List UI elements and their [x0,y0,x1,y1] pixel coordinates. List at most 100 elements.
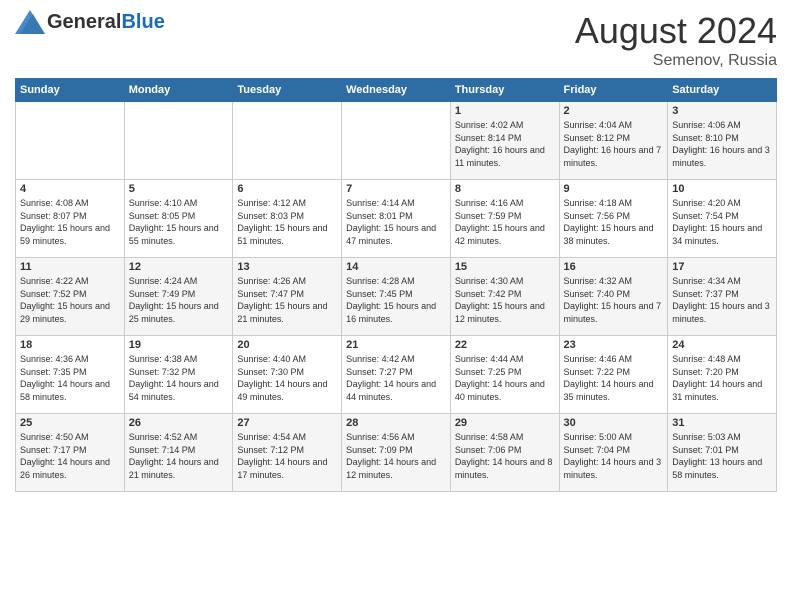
cell-w5-d4: 28 Sunrise: 4:56 AM Sunset: 7:09 PM Dayli… [342,414,451,492]
day-info: Sunrise: 4:26 AM Sunset: 7:47 PM Dayligh… [237,275,337,325]
cell-w4-d1: 18 Sunrise: 4:36 AM Sunset: 7:35 PM Dayli… [16,336,125,414]
day-info: Sunrise: 4:50 AM Sunset: 7:17 PM Dayligh… [20,431,120,481]
week-row-1: 1 Sunrise: 4:02 AM Sunset: 8:14 PM Daylig… [16,102,777,180]
day-info: Sunrise: 4:28 AM Sunset: 7:45 PM Dayligh… [346,275,446,325]
header-saturday: Saturday [668,79,777,102]
day-info: Sunrise: 4:18 AM Sunset: 7:56 PM Dayligh… [564,197,664,247]
day-number: 28 [346,417,446,429]
day-number: 27 [237,417,337,429]
cell-w4-d6: 23 Sunrise: 4:46 AM Sunset: 7:22 PM Dayli… [559,336,668,414]
day-info: Sunrise: 5:03 AM Sunset: 7:01 PM Dayligh… [672,431,772,481]
cell-w3-d2: 12Sunrise: 4:24 AM Sunset: 7:49 PM Dayli… [124,258,233,336]
day-info: Sunrise: 4:56 AM Sunset: 7:09 PM Dayligh… [346,431,446,481]
day-number: 4 [20,183,120,195]
header: GeneralBlue August 2024 Semenov, Russia [15,10,777,70]
cell-w1-d7: 3Sunrise: 4:06 AM Sunset: 8:10 PM Daylig… [668,102,777,180]
cell-w3-d1: 11Sunrise: 4:22 AM Sunset: 7:52 PM Dayli… [16,258,125,336]
cell-w3-d3: 13 Sunrise: 4:26 AM Sunset: 7:47 PM Dayli… [233,258,342,336]
day-number: 14 [346,261,446,273]
day-info: Sunrise: 4:16 AM Sunset: 7:59 PM Dayligh… [455,197,555,247]
cell-w2-d1: 4 Sunrise: 4:08 AM Sunset: 8:07 PM Daylig… [16,180,125,258]
cell-w4-d2: 19Sunrise: 4:38 AM Sunset: 7:32 PM Dayli… [124,336,233,414]
calendar-table: Sunday Monday Tuesday Wednesday Thursday… [15,78,777,492]
cell-w1-d1 [16,102,125,180]
day-number: 8 [455,183,555,195]
cell-w5-d6: 30Sunrise: 5:00 AM Sunset: 7:04 PM Dayli… [559,414,668,492]
day-number: 25 [20,417,120,429]
cell-w5-d7: 31 Sunrise: 5:03 AM Sunset: 7:01 PM Dayli… [668,414,777,492]
cell-w4-d3: 20 Sunrise: 4:40 AM Sunset: 7:30 PM Dayli… [233,336,342,414]
header-monday: Monday [124,79,233,102]
cell-w3-d7: 17 Sunrise: 4:34 AM Sunset: 7:37 PM Dayli… [668,258,777,336]
cell-w2-d7: 10 Sunrise: 4:20 AM Sunset: 7:54 PM Dayli… [668,180,777,258]
day-number: 17 [672,261,772,273]
day-number: 26 [129,417,229,429]
cell-w3-d6: 16Sunrise: 4:32 AM Sunset: 7:40 PM Dayli… [559,258,668,336]
header-thursday: Thursday [450,79,559,102]
header-row: Sunday Monday Tuesday Wednesday Thursday… [16,79,777,102]
cell-w1-d2 [124,102,233,180]
day-info: Sunrise: 4:04 AM Sunset: 8:12 PM Dayligh… [564,119,664,169]
logo-general-text: General [47,11,121,34]
day-number: 31 [672,417,772,429]
day-info: Sunrise: 4:58 AM Sunset: 7:06 PM Dayligh… [455,431,555,481]
cell-w2-d5: 8 Sunrise: 4:16 AM Sunset: 7:59 PM Daylig… [450,180,559,258]
week-row-4: 18 Sunrise: 4:36 AM Sunset: 7:35 PM Dayli… [16,336,777,414]
day-info: Sunrise: 4:40 AM Sunset: 7:30 PM Dayligh… [237,353,337,403]
day-number: 23 [564,339,664,351]
cell-w5-d1: 25 Sunrise: 4:50 AM Sunset: 7:17 PM Dayli… [16,414,125,492]
day-info: Sunrise: 4:20 AM Sunset: 7:54 PM Dayligh… [672,197,772,247]
day-number: 30 [564,417,664,429]
day-number: 22 [455,339,555,351]
day-info: Sunrise: 4:02 AM Sunset: 8:14 PM Dayligh… [455,119,555,169]
cell-w4-d7: 24Sunrise: 4:48 AM Sunset: 7:20 PM Dayli… [668,336,777,414]
day-number: 3 [672,105,772,117]
cell-w2-d2: 5Sunrise: 4:10 AM Sunset: 8:05 PM Daylig… [124,180,233,258]
cell-w1-d4 [342,102,451,180]
day-number: 29 [455,417,555,429]
day-number: 1 [455,105,555,117]
logo-icon [15,10,45,34]
day-number: 20 [237,339,337,351]
day-number: 24 [672,339,772,351]
day-info: Sunrise: 4:36 AM Sunset: 7:35 PM Dayligh… [20,353,120,403]
day-info: Sunrise: 4:12 AM Sunset: 8:03 PM Dayligh… [237,197,337,247]
day-info: Sunrise: 4:14 AM Sunset: 8:01 PM Dayligh… [346,197,446,247]
day-info: Sunrise: 4:30 AM Sunset: 7:42 PM Dayligh… [455,275,555,325]
day-number: 11 [20,261,120,273]
day-info: Sunrise: 4:54 AM Sunset: 7:12 PM Dayligh… [237,431,337,481]
day-info: Sunrise: 4:44 AM Sunset: 7:25 PM Dayligh… [455,353,555,403]
cell-w2-d6: 9 Sunrise: 4:18 AM Sunset: 7:56 PM Daylig… [559,180,668,258]
cell-w4-d5: 22 Sunrise: 4:44 AM Sunset: 7:25 PM Dayli… [450,336,559,414]
cell-w5-d3: 27 Sunrise: 4:54 AM Sunset: 7:12 PM Dayli… [233,414,342,492]
cell-w5-d5: 29 Sunrise: 4:58 AM Sunset: 7:06 PM Dayli… [450,414,559,492]
calendar-body: 1 Sunrise: 4:02 AM Sunset: 8:14 PM Daylig… [16,102,777,492]
day-number: 10 [672,183,772,195]
day-number: 18 [20,339,120,351]
cell-w3-d5: 15 Sunrise: 4:30 AM Sunset: 7:42 PM Dayli… [450,258,559,336]
week-row-2: 4 Sunrise: 4:08 AM Sunset: 8:07 PM Daylig… [16,180,777,258]
cell-w3-d4: 14 Sunrise: 4:28 AM Sunset: 7:45 PM Dayli… [342,258,451,336]
day-number: 7 [346,183,446,195]
day-info: Sunrise: 4:32 AM Sunset: 7:40 PM Dayligh… [564,275,664,325]
day-number: 13 [237,261,337,273]
location-subtitle: Semenov, Russia [575,52,777,70]
day-info: Sunrise: 4:46 AM Sunset: 7:22 PM Dayligh… [564,353,664,403]
day-info: Sunrise: 4:10 AM Sunset: 8:05 PM Dayligh… [129,197,229,247]
day-info: Sunrise: 4:52 AM Sunset: 7:14 PM Dayligh… [129,431,229,481]
day-info: Sunrise: 4:24 AM Sunset: 7:49 PM Dayligh… [129,275,229,325]
page: GeneralBlue August 2024 Semenov, Russia … [0,0,792,612]
calendar-header: Sunday Monday Tuesday Wednesday Thursday… [16,79,777,102]
day-info: Sunrise: 4:08 AM Sunset: 8:07 PM Dayligh… [20,197,120,247]
week-row-5: 25 Sunrise: 4:50 AM Sunset: 7:17 PM Dayli… [16,414,777,492]
day-info: Sunrise: 4:34 AM Sunset: 7:37 PM Dayligh… [672,275,772,325]
cell-w1-d6: 2Sunrise: 4:04 AM Sunset: 8:12 PM Daylig… [559,102,668,180]
title-area: August 2024 Semenov, Russia [575,10,777,70]
cell-w1-d5: 1 Sunrise: 4:02 AM Sunset: 8:14 PM Daylig… [450,102,559,180]
day-number: 9 [564,183,664,195]
logo: GeneralBlue [15,10,165,34]
logo-blue-text: Blue [121,11,164,34]
cell-w2-d4: 7 Sunrise: 4:14 AM Sunset: 8:01 PM Daylig… [342,180,451,258]
day-number: 15 [455,261,555,273]
header-wednesday: Wednesday [342,79,451,102]
